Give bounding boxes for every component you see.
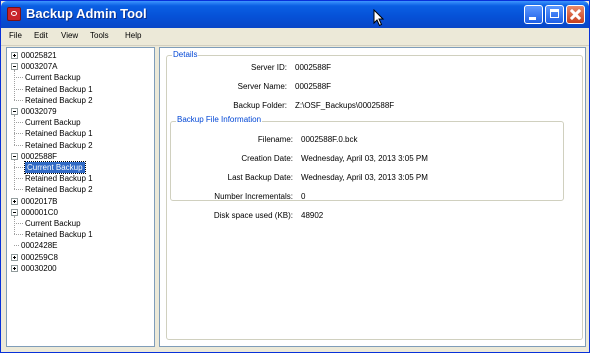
window-title: Backup Admin Tool bbox=[26, 6, 147, 21]
menu-view[interactable]: View bbox=[61, 31, 78, 40]
creation-date-value: Wednesday, April 03, 2013 3:05 PM bbox=[301, 154, 428, 163]
backup-folder-label: Backup Folder: bbox=[233, 101, 287, 110]
tree-connector bbox=[14, 215, 15, 235]
details-title: Details bbox=[172, 50, 199, 60]
mouse-cursor-icon bbox=[373, 9, 385, 27]
server-name-label: Server Name: bbox=[237, 82, 287, 91]
tree-connector bbox=[14, 223, 23, 224]
expand-icon[interactable] bbox=[11, 264, 18, 272]
details-pane: Details Server ID: 0002588F Server Name:… bbox=[159, 47, 586, 347]
tree-connector bbox=[14, 77, 23, 79]
expand-icon[interactable] bbox=[11, 253, 18, 261]
minimize-button[interactable] bbox=[524, 5, 543, 24]
menu-edit[interactable]: Edit bbox=[34, 31, 48, 40]
backup-folder-value: Z:\OSF_Backups\0002588F bbox=[295, 101, 395, 110]
tree-node-backup[interactable]: Current Backup bbox=[25, 117, 81, 128]
filename-label: Filename: bbox=[257, 135, 293, 144]
tree-node-backup[interactable]: Retained Backup 1 bbox=[25, 229, 93, 240]
tree-node-backup[interactable]: Current Backup bbox=[25, 218, 81, 229]
server-tree[interactable]: 00025821 0003207A Current Backup Retained B… bbox=[6, 47, 155, 347]
tree-node-server[interactable]: 000259C8 bbox=[21, 252, 58, 263]
tree-node-server[interactable]: 0002428E bbox=[21, 240, 57, 251]
tree-connector bbox=[14, 122, 23, 124]
collapse-icon[interactable] bbox=[11, 208, 18, 216]
tree-node-backup[interactable]: Retained Backup 1 bbox=[25, 128, 93, 139]
tree-connector bbox=[14, 133, 23, 135]
tree-connector bbox=[14, 88, 23, 90]
disk-space-label: Disk space used (KB): bbox=[213, 211, 293, 220]
menu-file[interactable]: File bbox=[9, 31, 22, 40]
disk-space-value: 48902 bbox=[301, 211, 324, 220]
tree-connector bbox=[14, 189, 23, 191]
menu-tools[interactable]: Tools bbox=[90, 31, 109, 40]
file-info-title: Backup File Information bbox=[176, 115, 263, 125]
tree-node-backup[interactable]: Current Backup bbox=[25, 72, 81, 83]
server-id-value: 0002588F bbox=[295, 63, 332, 72]
tree-connector bbox=[14, 245, 19, 247]
app-window: Backup Admin Tool File Edit View Tools H… bbox=[0, 0, 590, 353]
last-backup-date-label: Last Backup Date: bbox=[227, 173, 293, 182]
collapse-icon[interactable] bbox=[11, 63, 18, 71]
close-button[interactable] bbox=[566, 5, 585, 24]
server-name-value: 0002588F bbox=[295, 82, 332, 91]
menu-bar: File Edit View Tools Help bbox=[1, 28, 589, 46]
tree-node-backup[interactable]: Retained Backup 2 bbox=[25, 95, 93, 106]
tree-node-backup[interactable]: Retained Backup 1 bbox=[25, 173, 93, 184]
tree-connector bbox=[14, 99, 23, 101]
tree-node-server[interactable]: 000001C0 bbox=[21, 207, 58, 218]
tree-node-backup[interactable]: Retained Backup 2 bbox=[25, 184, 93, 195]
tree-connector bbox=[14, 144, 23, 146]
tree-node-server[interactable]: 00030200 bbox=[21, 263, 57, 274]
creation-date-label: Creation Date: bbox=[241, 154, 293, 163]
expand-icon[interactable] bbox=[11, 197, 18, 205]
number-incrementals-value: 0 bbox=[301, 192, 306, 201]
filename-value: 0002588F.0.bck bbox=[301, 135, 358, 144]
tree-node-backup[interactable]: Current Backup bbox=[24, 161, 86, 174]
maximize-button[interactable] bbox=[545, 5, 564, 24]
tree-node-server[interactable]: 00025821 bbox=[21, 50, 57, 61]
tree-connector bbox=[14, 178, 23, 180]
title-bar[interactable]: Backup Admin Tool bbox=[1, 1, 589, 28]
tree-connector bbox=[14, 70, 15, 100]
expand-icon[interactable] bbox=[11, 52, 18, 59]
number-incrementals-label: Number Incrementals: bbox=[214, 192, 293, 201]
tree-node-backup[interactable]: Retained Backup 2 bbox=[25, 140, 93, 151]
tree-connector bbox=[14, 115, 15, 145]
collapse-icon[interactable] bbox=[11, 108, 18, 115]
tree-connector bbox=[14, 234, 23, 236]
tree-connector bbox=[14, 159, 15, 190]
last-backup-date-value: Wednesday, April 03, 2013 3:05 PM bbox=[301, 173, 428, 182]
tree-node-server[interactable]: 0002017B bbox=[21, 196, 57, 207]
tree-node-server[interactable]: 0002588F bbox=[21, 151, 57, 162]
menu-help[interactable]: Help bbox=[125, 31, 141, 40]
collapse-icon[interactable] bbox=[11, 152, 18, 160]
server-id-label: Server ID: bbox=[250, 63, 287, 72]
tree-node-server[interactable]: 0003207A bbox=[21, 61, 57, 72]
tree-node-server[interactable]: 00032079 bbox=[21, 106, 57, 117]
tree-node-backup[interactable]: Retained Backup 1 bbox=[25, 84, 93, 95]
app-icon[interactable] bbox=[7, 7, 21, 21]
tree-connector bbox=[14, 167, 23, 168]
